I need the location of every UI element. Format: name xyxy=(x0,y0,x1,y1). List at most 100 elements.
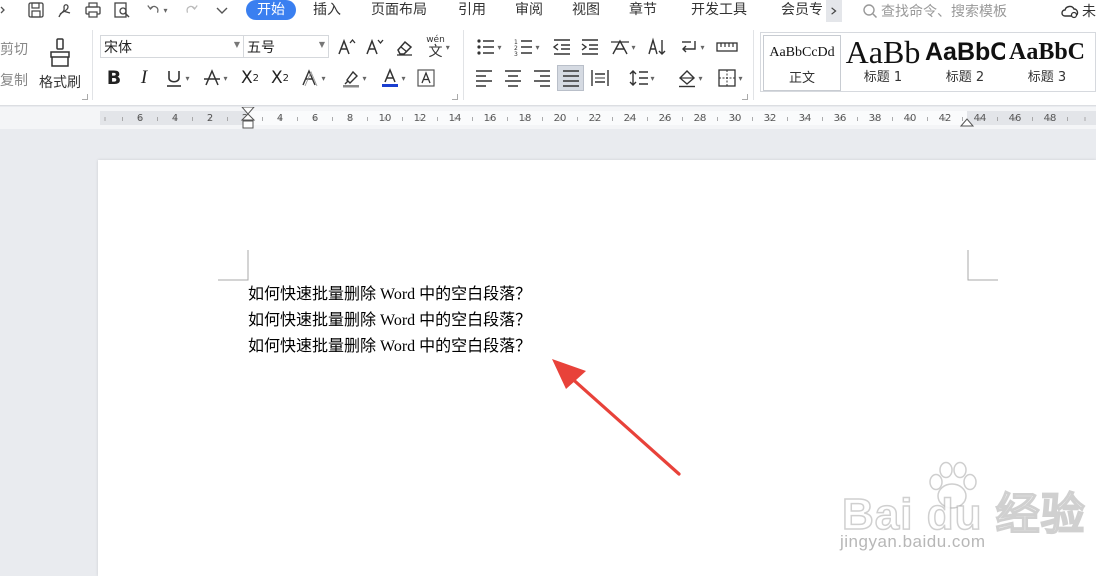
align-right-icon xyxy=(534,70,550,87)
ruler-tick-label: 6 xyxy=(137,113,143,124)
style-heading-2[interactable]: AaBbC 标题 2 xyxy=(925,35,1005,91)
font-size-select[interactable]: 五号 ▼ xyxy=(243,35,329,58)
document-body[interactable]: 如何快速批量删除 Word 中的空白段落？ 如何快速批量删除 Word 中的空白… xyxy=(248,282,531,360)
numbering-button[interactable]: 1 2 3 ▾ xyxy=(510,36,544,58)
borders-button[interactable]: ▾ xyxy=(712,66,748,90)
quick-access-left-edge-icon[interactable] xyxy=(0,1,8,19)
left-indent-marker[interactable] xyxy=(242,120,254,129)
italic-button[interactable]: I xyxy=(133,66,155,90)
subscript-button[interactable]: X2 xyxy=(267,66,293,90)
redo-icon[interactable] xyxy=(180,1,202,19)
font-color-button[interactable]: ▾ xyxy=(376,66,410,90)
paragraph[interactable]: 如何快速批量删除 Word 中的空白段落？ xyxy=(248,282,531,308)
tab-page-layout[interactable]: 页面布局 xyxy=(369,0,429,22)
style-preview: AaBb xyxy=(845,35,921,70)
undo-icon[interactable]: ▾ xyxy=(143,1,171,19)
ruler-tick-label: 44 xyxy=(974,113,987,124)
style-preview: AaBbC xyxy=(925,38,1005,66)
shading-button[interactable]: ▾ xyxy=(672,66,708,90)
clipboard-dialog-launcher[interactable] xyxy=(82,94,88,100)
annotation-arrow xyxy=(552,359,681,476)
export-pdf-icon[interactable] xyxy=(54,1,74,19)
font-family-select[interactable]: 宋体 ▼ xyxy=(100,35,244,58)
paragraph-dialog-launcher[interactable] xyxy=(742,94,748,100)
cloud-sync[interactable]: 未 xyxy=(1060,0,1096,22)
print-preview-icon[interactable] xyxy=(112,1,132,19)
strikethrough-button[interactable]: ▾ xyxy=(198,66,232,90)
ruler-tick-label: 46 xyxy=(1009,113,1022,124)
command-search[interactable]: 查找命令、搜索模板 xyxy=(862,0,1007,22)
align-left-icon xyxy=(476,70,492,87)
font-dialog-launcher[interactable] xyxy=(452,94,458,100)
tab-scroll-right-icon[interactable] xyxy=(826,0,842,22)
increase-indent-button[interactable] xyxy=(578,36,602,58)
ruler-tick-label: 18 xyxy=(519,113,532,124)
paragraph[interactable]: 如何快速批量删除 Word 中的空白段落？ xyxy=(248,334,531,360)
format-painter-button[interactable]: 格式刷 xyxy=(36,36,84,94)
ruler-tick-label: 4 xyxy=(277,113,283,124)
style-heading-1[interactable]: AaBb 标题 1 xyxy=(843,35,923,91)
phonetic-char-icon: 文 xyxy=(428,43,443,60)
paragraph[interactable]: 如何快速批量删除 Word 中的空白段落？ xyxy=(248,308,531,334)
decrease-indent-button[interactable] xyxy=(550,36,574,58)
show-hide-marks-button[interactable]: ▾ xyxy=(675,36,709,58)
style-heading-3[interactable]: AaBbC 标题 3 xyxy=(1007,35,1087,91)
tab-review[interactable]: 审阅 xyxy=(514,0,544,22)
text-effect-button[interactable]: ▾ xyxy=(296,66,330,90)
tab-references[interactable]: 引用 xyxy=(457,0,487,22)
chinese-layout-button[interactable]: ▾ xyxy=(606,36,640,58)
ruler-tick-label: 4 xyxy=(172,113,178,124)
save-icon[interactable] xyxy=(26,1,46,19)
justify-icon xyxy=(562,70,579,87)
customize-quick-access-icon[interactable] xyxy=(212,1,232,19)
highlighter-icon xyxy=(343,70,360,88)
align-center-button[interactable] xyxy=(501,66,525,90)
superscript-button[interactable]: X2 xyxy=(237,66,263,90)
sort-button[interactable] xyxy=(645,36,669,58)
tab-member[interactable]: 会员专 xyxy=(781,0,826,22)
increase-indent-icon xyxy=(581,39,598,55)
clear-format-button[interactable] xyxy=(392,36,416,58)
print-icon[interactable] xyxy=(83,1,103,19)
svg-text:3: 3 xyxy=(514,51,518,57)
shrink-font-button[interactable] xyxy=(362,36,386,58)
text-effect-icon xyxy=(302,69,318,87)
underline-button[interactable]: ▾ xyxy=(160,66,194,90)
cut-button[interactable]: 剪切 xyxy=(0,40,30,58)
distributed-align-icon xyxy=(591,70,609,86)
ribbon-home: 剪切 复制 格式刷 宋体 ▼ 五号 ▼ wén 文 ▾ B I ▾ ▾ X2 X2 … xyxy=(0,22,1096,106)
strikethrough-icon xyxy=(204,69,221,86)
crop-mark-top-left xyxy=(218,250,249,281)
font-family-value: 宋体 xyxy=(104,39,132,56)
copy-button[interactable]: 复制 xyxy=(0,71,30,89)
ruler-tick-label: 48 xyxy=(1044,113,1057,124)
shrink-font-icon xyxy=(366,38,384,55)
phonetic-guide-button[interactable]: wén 文 ▾ xyxy=(420,35,456,60)
tab-chapter[interactable]: 章节 xyxy=(628,0,658,22)
grow-font-icon xyxy=(338,38,356,55)
tab-view[interactable]: 视图 xyxy=(571,0,601,22)
line-spacing-button[interactable]: ▾ xyxy=(624,66,660,90)
styles-gallery: AaBbCcDd 正文 AaBb 标题 1 AaBbC 标题 2 AaBbC 标… xyxy=(760,32,1096,92)
tab-developer-tools[interactable]: 开发工具 xyxy=(688,0,750,22)
align-right-button[interactable] xyxy=(530,66,554,90)
tab-home[interactable]: 开始 xyxy=(246,0,296,20)
bullets-button[interactable]: ▾ xyxy=(472,36,506,58)
align-left-button[interactable] xyxy=(472,66,496,90)
justify-button[interactable] xyxy=(557,65,584,91)
underline-icon xyxy=(167,71,182,87)
chinese-layout-icon xyxy=(611,39,630,55)
tab-insert[interactable]: 插入 xyxy=(312,0,342,22)
ruler-tick-label: 40 xyxy=(904,113,917,124)
horizontal-ruler[interactable]: 6422468101214161820222426283032343638404… xyxy=(0,107,1096,129)
grow-font-button[interactable] xyxy=(334,36,358,58)
distributed-align-button[interactable] xyxy=(588,66,612,90)
highlight-color-button[interactable]: ▾ xyxy=(336,66,372,90)
bold-button[interactable]: B xyxy=(103,66,125,90)
tabs-button[interactable] xyxy=(714,36,740,58)
top-bar: ▾ 开始 插入 页面布局 引用 审阅 视图 章节 开发工具 会员专 查找命令、搜… xyxy=(0,0,1096,22)
character-border-button[interactable] xyxy=(414,66,438,90)
style-normal[interactable]: AaBbCcDd 正文 xyxy=(763,35,841,91)
ruler-tick-label: 24 xyxy=(624,113,637,124)
align-center-icon xyxy=(505,70,521,87)
